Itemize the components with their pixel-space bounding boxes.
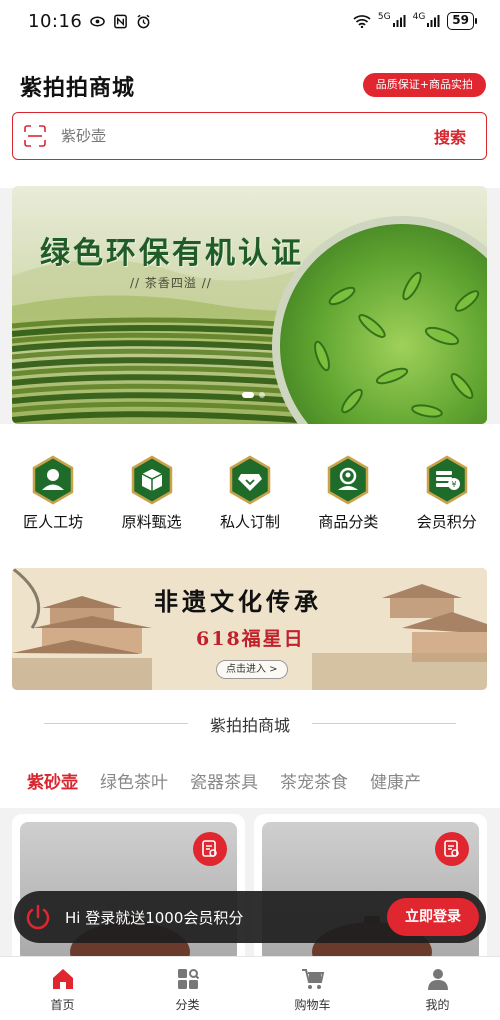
wifi-icon <box>353 15 371 28</box>
eye-icon <box>90 16 106 26</box>
page-title: 紫拍拍商城 <box>20 76 136 101</box>
power-icon <box>26 904 50 930</box>
nav-label: 我的 <box>425 998 450 1012</box>
category-item-materials[interactable]: 原料甄选 <box>106 455 198 532</box>
status-right: 5G 4G 59 <box>353 12 477 30</box>
banner-dot <box>259 392 265 398</box>
category-icon <box>328 455 369 505</box>
signal-icon <box>392 15 406 27</box>
tea-field-image <box>12 186 487 424</box>
nav-category[interactable]: 分类 <box>125 957 250 1020</box>
points-icon: ¥ <box>426 455 467 505</box>
scan-icon[interactable] <box>24 125 46 147</box>
status-bar: 10:16 5G 4G 59 <box>0 0 500 42</box>
quality-badge[interactable]: 品质保证+商品实拍 <box>362 73 486 97</box>
hero-banner[interactable]: 绿色环保有机认证 // 茶香四溢 // <box>12 186 487 424</box>
login-promo-text: Hi 登录就送1000会员积分 <box>65 908 244 927</box>
category-label: 原料甄选 <box>121 513 182 531</box>
bottom-nav: 首页 分类 购物车 我的 <box>0 956 500 1020</box>
nav-label: 购物车 <box>294 998 331 1012</box>
category-item-custom[interactable]: 私人订制 <box>204 455 296 532</box>
nav-label: 首页 <box>50 998 75 1012</box>
network-5g-label: 5G <box>377 12 391 22</box>
search-bar[interactable]: 搜索 <box>12 112 487 160</box>
box-icon <box>131 455 172 505</box>
section-divider-right <box>312 723 456 724</box>
nav-profile[interactable]: 我的 <box>375 957 500 1020</box>
banner-subtitle: // 茶香四溢 // <box>130 276 212 290</box>
home-icon <box>52 969 73 989</box>
detail-badge-icon[interactable] <box>193 832 227 866</box>
svg-text:¥: ¥ <box>451 480 456 489</box>
login-prompt-bar: Hi 登录就送1000会员积分 立即登录 <box>14 891 486 943</box>
tab-green-tea[interactable]: 绿色茶叶 <box>100 768 168 794</box>
section-title: 紫拍拍商城 <box>209 716 290 735</box>
category-grid-icon <box>177 969 199 989</box>
search-input[interactable] <box>61 116 434 156</box>
promo-title: 非遗文化传承 <box>154 587 322 616</box>
alarm-icon <box>137 14 150 28</box>
category-label: 商品分类 <box>318 513 379 531</box>
category-item-classify[interactable]: 商品分类 <box>302 455 394 532</box>
category-item-points[interactable]: ¥ 会员积分 <box>401 455 493 532</box>
category-row: 匠人工坊 原料甄选 私人订制 商品分类 ¥ 会员积分 <box>0 455 500 532</box>
category-label: 匠人工坊 <box>23 513 84 531</box>
tab-tea-pets[interactable]: 茶宠茶食 <box>280 768 348 794</box>
nav-cart[interactable]: 购物车 <box>250 957 375 1020</box>
login-button[interactable]: 立即登录 <box>387 898 479 936</box>
detail-badge-icon[interactable] <box>435 832 469 866</box>
promo-subtitle: 618福星日 <box>196 628 305 650</box>
nav-label: 分类 <box>175 998 200 1012</box>
promo-enter-button[interactable]: 点击进入 > <box>216 660 288 679</box>
banner-dot-active <box>242 392 254 398</box>
status-time: 10:16 <box>28 10 83 32</box>
nav-home[interactable]: 首页 <box>0 957 125 1020</box>
nfc-icon <box>114 14 128 28</box>
category-label: 私人订制 <box>219 513 280 531</box>
cart-icon <box>301 969 324 989</box>
product-tabs: 紫砂壶 绿色茶叶 瓷器茶具 茶宠茶食 健康产 <box>0 768 500 794</box>
banner-pagination <box>242 392 265 398</box>
craftsman-icon <box>32 455 74 505</box>
tab-porcelain[interactable]: 瓷器茶具 <box>190 768 258 794</box>
category-item-craftsman[interactable]: 匠人工坊 <box>7 455 99 532</box>
header: 紫拍拍商城 品质保证+商品实拍 搜索 <box>0 42 500 188</box>
search-button[interactable]: 搜索 <box>434 124 466 148</box>
category-label: 会员积分 <box>416 513 477 531</box>
banner-title: 绿色环保有机认证 <box>40 236 304 271</box>
tab-zisha-pot[interactable]: 紫砂壶 <box>27 768 78 794</box>
user-icon <box>427 969 448 990</box>
network-4g-label: 4G <box>412 12 426 22</box>
promo-banner[interactable]: 非遗文化传承 618福星日 点击进入 > <box>12 568 487 690</box>
signal-icon-2 <box>427 15 440 27</box>
tab-health[interactable]: 健康产 <box>370 768 421 794</box>
status-left: 10:16 <box>28 11 151 32</box>
diamond-icon <box>229 455 271 505</box>
battery-indicator: 59 <box>447 12 477 30</box>
